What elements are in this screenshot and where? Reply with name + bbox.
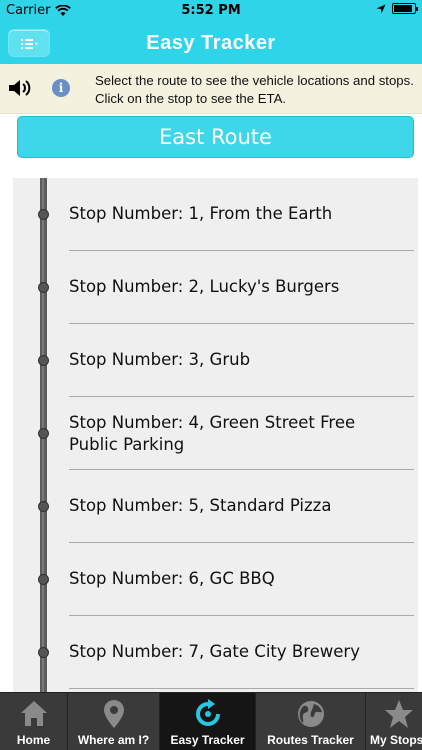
stop-label: Stop Number: 7, Gate City Brewery <box>69 642 360 661</box>
battery-icon <box>392 3 418 14</box>
stop-label: Stop Number: 4, Green Street Free Public… <box>69 413 356 454</box>
stop-marker-icon <box>38 282 49 293</box>
map-pin-icon <box>103 700 124 728</box>
info-icon[interactable]: i <box>52 79 70 97</box>
page-title: Easy Tracker <box>146 32 276 54</box>
stop-marker-icon <box>38 647 49 658</box>
home-icon <box>20 701 47 726</box>
info-message: Select the route to see the vehicle loca… <box>95 73 414 106</box>
stop-marker-icon <box>38 355 49 366</box>
globe-icon <box>297 701 324 727</box>
info-bar: i Select the route to see the vehicle lo… <box>0 64 422 114</box>
nav-bar: Easy Tracker <box>0 22 422 64</box>
stop-item[interactable]: Stop Number: 7, Gate City Brewery <box>13 616 418 689</box>
route-button[interactable]: East Route <box>17 116 414 158</box>
stop-list: Stop Number: 1, From the Earth Stop Numb… <box>13 178 418 692</box>
stop-item[interactable]: Stop Number: 1, From the Earth <box>13 178 418 251</box>
stop-label: Stop Number: 6, GC BBQ <box>69 569 275 588</box>
stop-label: Stop Number: 2, Lucky's Burgers <box>69 277 340 296</box>
tab-label: My Stops <box>370 733 422 747</box>
tab-label: Home <box>16 733 51 747</box>
speaker-icon[interactable] <box>8 78 32 98</box>
tab-easy-tracker[interactable]: Easy Tracker <box>160 693 256 750</box>
stop-label: Stop Number: 5, Standard Pizza <box>69 496 332 515</box>
star-icon <box>385 700 413 728</box>
tab-home[interactable]: Home <box>0 693 68 750</box>
stop-label: Stop Number: 1, From the Earth <box>69 204 333 223</box>
stop-marker-icon <box>38 209 49 220</box>
tab-label: Where am I? <box>77 733 150 747</box>
tab-bar: Home Where am I? Easy Tracker Routes Tra… <box>0 692 422 750</box>
stop-item[interactable]: Stop Number: 6, GC BBQ <box>13 543 418 616</box>
stop-item[interactable]: Stop Number: 2, Lucky's Burgers <box>13 251 418 324</box>
status-right <box>376 3 418 14</box>
divider <box>69 688 414 689</box>
stop-marker-icon <box>38 501 49 512</box>
location-arrow-icon <box>376 4 386 13</box>
tab-where-am-i[interactable]: Where am I? <box>68 693 160 750</box>
stop-marker-icon <box>38 428 49 439</box>
tab-routes-tracker[interactable]: Routes Tracker <box>256 693 366 750</box>
tab-label: Routes Tracker <box>267 733 354 747</box>
status-bar: Carrier 5:52 PM <box>0 0 422 22</box>
tab-label: Easy Tracker <box>170 733 245 747</box>
stop-label: Stop Number: 3, Grub <box>69 350 251 369</box>
stop-item[interactable]: Stop Number: 5, Standard Pizza <box>13 470 418 543</box>
status-time: 5:52 PM <box>181 3 241 18</box>
stop-item[interactable]: Stop Number: 3, Grub <box>13 324 418 397</box>
tab-my-stops[interactable]: My Stops <box>366 693 422 750</box>
refresh-icon <box>195 699 220 726</box>
stop-item[interactable]: Stop Number: 4, Green Street Free Public… <box>13 397 418 470</box>
stop-marker-icon <box>38 574 49 585</box>
